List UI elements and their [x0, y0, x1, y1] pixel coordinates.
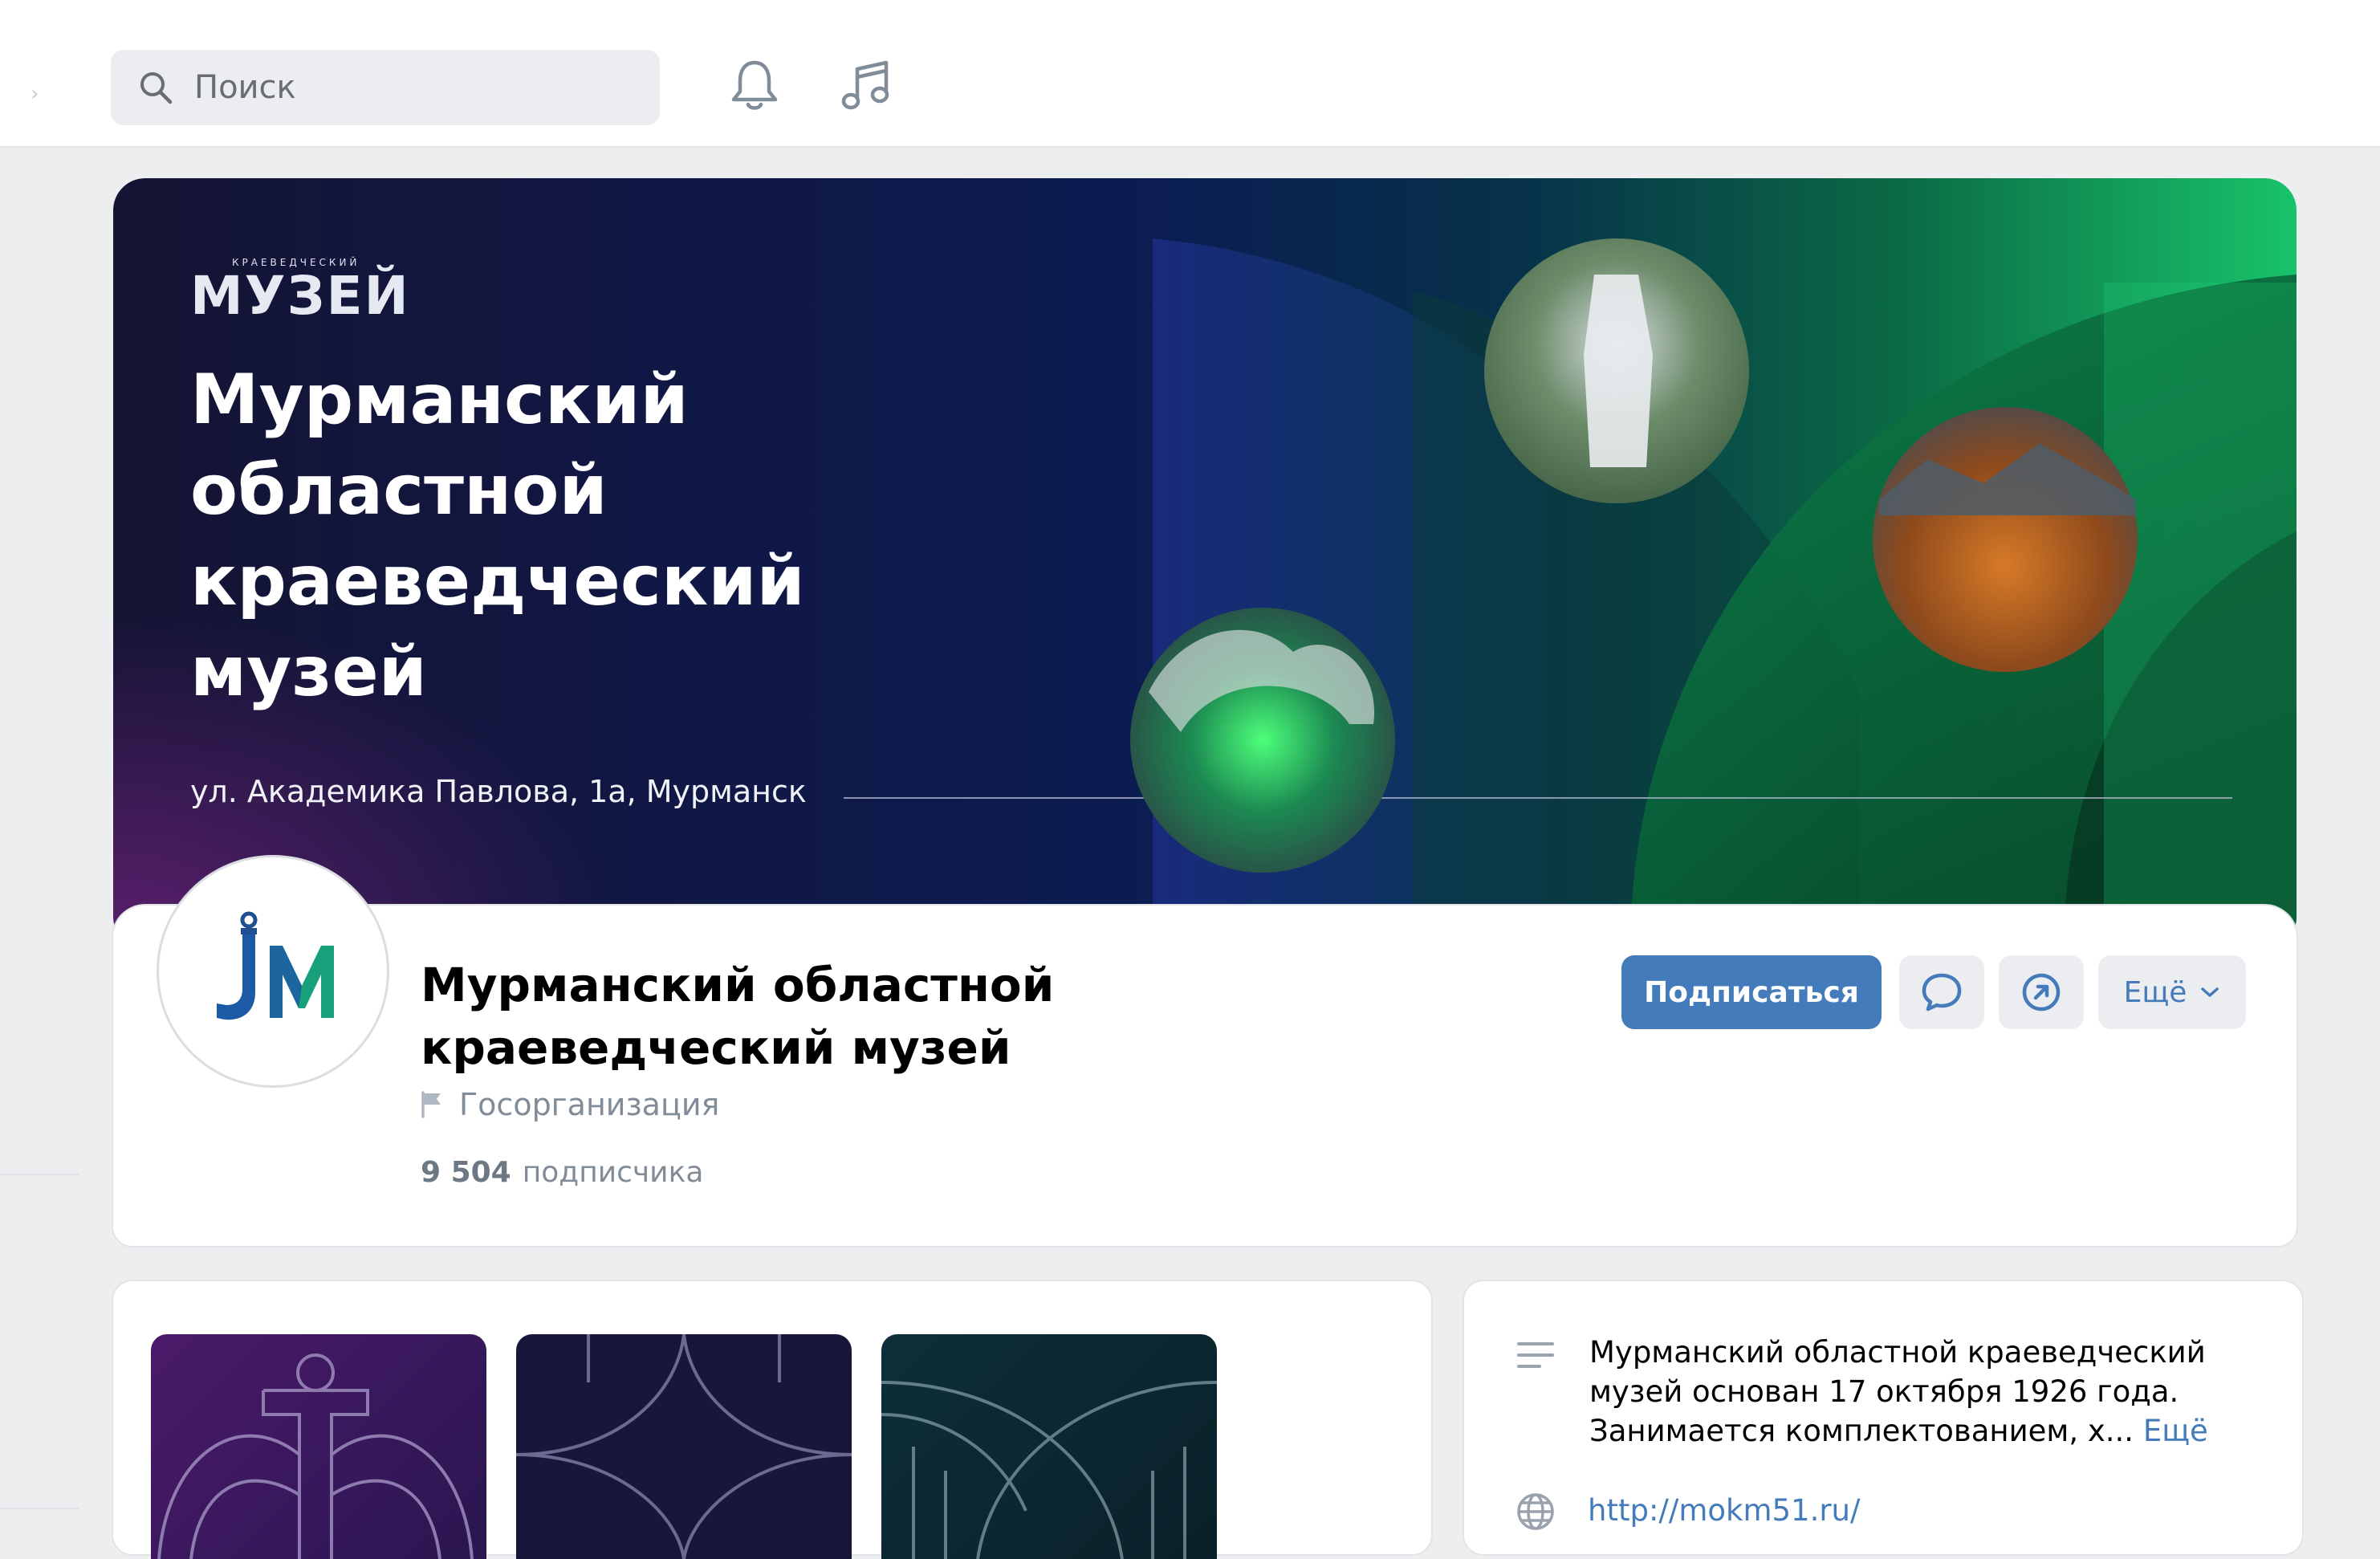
search-placeholder: Поиск [194, 69, 296, 106]
search-icon [140, 72, 173, 104]
avatar[interactable] [159, 857, 387, 1085]
message-button[interactable] [1899, 955, 1984, 1029]
share-icon [2022, 973, 2061, 1012]
about-more-link[interactable]: Ещё [2143, 1414, 2208, 1448]
sidebar-divider [0, 1174, 79, 1175]
museum-logo-icon [217, 911, 334, 1020]
cover-title-line: краеведческий [190, 541, 805, 621]
top-bar: › Поиск [0, 0, 2380, 148]
anchor-pattern-icon [157, 1353, 474, 1559]
media-tile-anchor[interactable] [151, 1334, 486, 1559]
cover-banner: КРАЕВЕДЧЕСКИЙ МУЗЕЙ Мурманский областной… [113, 178, 2297, 949]
geometric-pattern-icon [516, 1334, 852, 1559]
cover-title: Мурманский областной краеведческий музей [190, 355, 913, 718]
subscribers-number: 9 504 [421, 1156, 511, 1189]
media-tile-arches[interactable] [881, 1334, 1217, 1559]
category-label: Госорганизация [459, 1087, 720, 1122]
cover-title-line: музей [190, 632, 427, 712]
arches-pattern-icon [881, 1381, 1217, 1559]
back-arrow-icon[interactable]: › [31, 82, 39, 106]
flag-icon [421, 1091, 441, 1118]
chevron-down-icon [2201, 987, 2219, 997]
more-label: Ещё [2123, 975, 2187, 1009]
search-input[interactable]: Поиск [111, 50, 660, 125]
sidebar-divider [0, 1508, 79, 1509]
cover-address: ул. Академика Павлова, 1а, Мурманск [190, 774, 807, 809]
globe-icon [1517, 1493, 1554, 1530]
music-icon[interactable] [838, 56, 896, 114]
media-tile-pattern[interactable] [516, 1334, 852, 1559]
subscribe-button[interactable]: Подписаться [1621, 955, 1882, 1029]
share-button[interactable] [1999, 955, 2084, 1029]
subscribers-label: подписчика [522, 1156, 704, 1189]
cover-title-line: Мурманский [190, 360, 689, 440]
description-lines-icon [1517, 1342, 1554, 1368]
cover-logo: МУЗЕЙ [190, 265, 410, 327]
about-text: Мурманский областной краеведческий музей… [1589, 1335, 2206, 1448]
cover-title-line: областной [190, 450, 608, 531]
website-link[interactable]: http://mokm51.ru/ [1588, 1493, 1860, 1528]
bell-icon[interactable] [726, 56, 783, 114]
group-category: Госорганизация [421, 1087, 719, 1122]
subscribers-count[interactable]: 9 504 подписчика [421, 1156, 703, 1189]
message-icon [1922, 973, 1962, 1012]
group-name: Мурманский областной краеведческий музей [421, 958, 1055, 1075]
more-button[interactable]: Ещё [2098, 955, 2246, 1029]
about-description: Мурманский областной краеведческий музей… [1589, 1333, 2248, 1451]
